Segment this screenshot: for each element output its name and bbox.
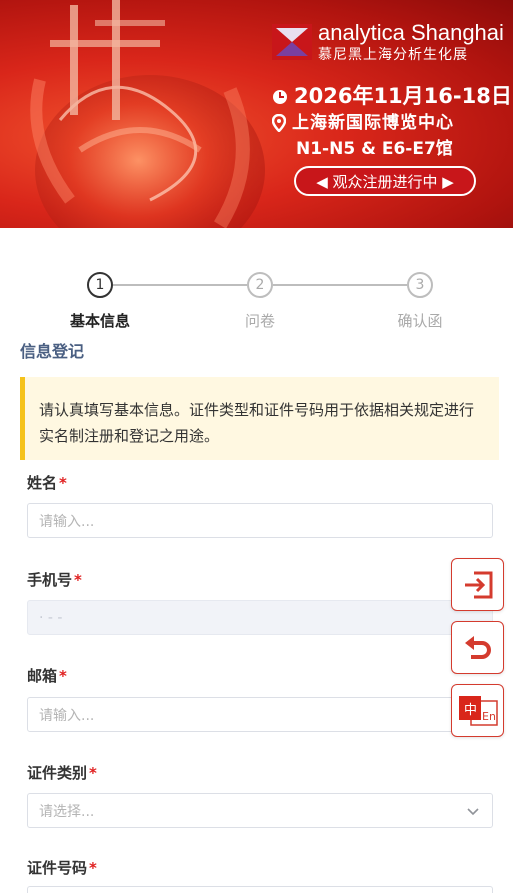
required-mark: * bbox=[89, 764, 97, 782]
language-switch-icon: 中 En bbox=[458, 695, 498, 726]
location-icon bbox=[271, 113, 287, 133]
brand: analytica Shanghai 慕尼黑上海分析生化展 bbox=[272, 20, 507, 63]
step-connector bbox=[273, 284, 407, 286]
step-connector bbox=[113, 284, 247, 286]
lang-cn-text: 中 bbox=[464, 703, 477, 718]
id-type-placeholder: 请选择... bbox=[39, 803, 95, 820]
undo-icon bbox=[464, 635, 491, 659]
id-number-input[interactable] bbox=[27, 886, 493, 893]
required-mark: * bbox=[74, 571, 82, 589]
exit-button[interactable] bbox=[451, 558, 504, 611]
required-mark: * bbox=[59, 667, 67, 685]
notice-box: 请认真填写基本信息。证件类型和证件号码用于依据相关规定进行实名制注册和登记之用途… bbox=[20, 377, 499, 460]
email-label: 邮箱 * bbox=[27, 667, 67, 685]
id-type-label: 证件类别 * bbox=[27, 764, 97, 782]
step-1-label: 基本信息 bbox=[69, 312, 131, 330]
brand-name-en: analytica Shanghai bbox=[318, 20, 504, 45]
glassware-illustration bbox=[30, 0, 265, 228]
name-placeholder: 请输入... bbox=[39, 513, 95, 530]
name-label: 姓名 * bbox=[27, 474, 67, 492]
step-3-label: 确认函 bbox=[397, 312, 443, 330]
event-date: 2026年11月16-18日 bbox=[272, 80, 512, 110]
clock-icon bbox=[273, 90, 287, 104]
phone-label: 手机号 * bbox=[27, 571, 82, 589]
analytica-logo bbox=[272, 24, 312, 60]
id-number-label: 证件号码 * bbox=[27, 859, 97, 877]
progress-steps: 1 2 3 基本信息 问卷 确认函 bbox=[0, 270, 513, 335]
exit-icon bbox=[464, 571, 492, 598]
id-type-select[interactable]: 请选择... bbox=[27, 793, 493, 828]
phone-value: · - - bbox=[39, 609, 63, 626]
language-switch-button[interactable]: 中 En bbox=[451, 684, 504, 737]
step-2-circle: 2 bbox=[247, 272, 273, 298]
step-1-circle: 1 bbox=[87, 272, 113, 298]
required-mark: * bbox=[59, 474, 67, 492]
email-input[interactable]: 请输入... bbox=[27, 697, 493, 732]
step-2-label: 问卷 bbox=[244, 312, 276, 330]
required-mark: * bbox=[89, 859, 97, 877]
section-title: 信息登记 bbox=[20, 342, 85, 361]
email-placeholder: 请输入... bbox=[39, 707, 95, 724]
lang-en-text: En bbox=[482, 710, 496, 723]
visitor-registration-button[interactable]: ◀ 观众注册进行中 ▶ bbox=[294, 166, 476, 196]
phone-input[interactable]: · - - bbox=[27, 600, 493, 635]
name-input[interactable]: 请输入... bbox=[27, 503, 493, 538]
event-halls: N1-N5 & E6-E7馆 bbox=[296, 139, 453, 159]
chevron-down-icon bbox=[467, 808, 479, 816]
event-venue: 上海新国际博览中心 bbox=[271, 108, 454, 133]
step-3-circle: 3 bbox=[407, 272, 433, 298]
event-banner: analytica Shanghai 慕尼黑上海分析生化展 2026年11月16… bbox=[0, 0, 513, 228]
brand-name-cn: 慕尼黑上海分析生化展 bbox=[318, 47, 468, 63]
back-button[interactable] bbox=[451, 621, 504, 674]
